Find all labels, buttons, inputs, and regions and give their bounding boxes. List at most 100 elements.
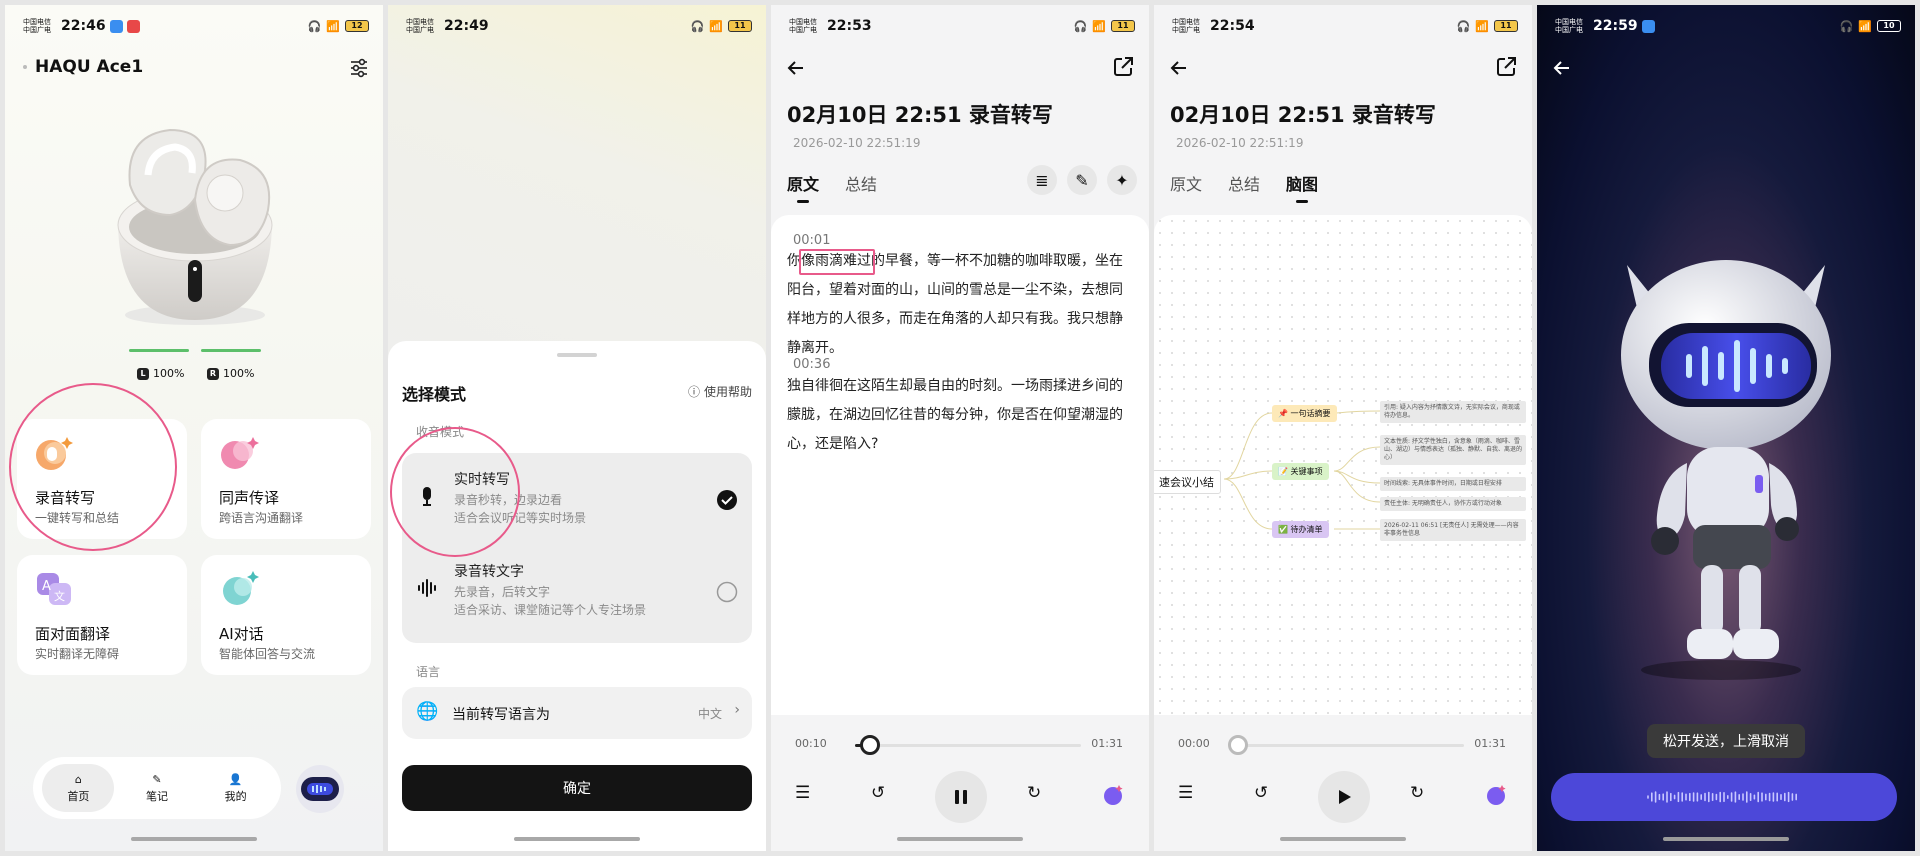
option-record-to-text[interactable]: 录音转文字 先录音，后转文字 适合采访、课堂随记等个人专注场景 <box>402 549 752 635</box>
battery-indicator: 11 <box>1111 20 1135 32</box>
user-icon: 👤 <box>228 772 243 786</box>
share-icon[interactable] <box>1111 55 1135 79</box>
mindmap-root[interactable]: 速会议小结 <box>1154 470 1221 494</box>
option-desc: 适合采访、课堂随记等个人专注场景 <box>454 603 647 617</box>
earbuds-case-image <box>117 128 273 325</box>
right-earbud-battery-bar <box>201 349 261 352</box>
nav-notes[interactable]: ✎ 笔记 <box>121 764 193 812</box>
help-link[interactable]: ⓘ 使用帮助 <box>688 383 752 400</box>
highlight-box <box>799 249 875 275</box>
ai-assistant-icon[interactable] <box>1484 783 1508 807</box>
pen-icon: ✎ <box>152 772 162 786</box>
audio-waveform-icon <box>1647 791 1797 803</box>
wifi-icon: 📶 <box>326 19 340 33</box>
ai-assistant-icon[interactable] <box>1101 783 1125 807</box>
tab-summary[interactable]: 总结 <box>845 171 877 195</box>
player-controls: ☰ ↺ ↻ <box>771 771 1149 827</box>
edit-icon[interactable]: ✎ <box>1067 165 1097 195</box>
progress-track[interactable] <box>1228 735 1464 755</box>
mode-select-screen: 中国电信 中国广电 22:49 🎧 📶 11 选择模式 ⓘ 使用帮助 收音模式 … <box>388 5 766 851</box>
language-selector[interactable]: 🌐 当前转写语言为 中文 › <box>402 687 752 739</box>
card-title: 面对面翻译 <box>35 625 111 643</box>
ai-magic-icon[interactable]: ✦ <box>1107 165 1137 195</box>
translate-icon: A文 <box>37 573 71 605</box>
card-subtitle: 跨语言沟通翻译 <box>219 511 304 525</box>
checked-radio-icon[interactable] <box>716 489 738 511</box>
robot-assistant-avatar[interactable] <box>291 759 349 817</box>
mindmap-leaf: 2026-02-11 06:51 [无责任人] 无需处理——内容非事务性信息 <box>1380 519 1526 541</box>
status-time: 22:59 <box>1593 18 1638 34</box>
carrier-label: 中国电信 中国广电 <box>789 18 817 34</box>
headphones-icon: 🎧 <box>690 19 705 33</box>
progress-knob[interactable] <box>859 735 880 755</box>
card-title: 同声传译 <box>219 489 280 507</box>
back-arrow-icon[interactable] <box>785 57 807 79</box>
card-ai-chat[interactable]: AI对话 智能体回答与交流 <box>201 555 371 675</box>
mindmap-screen: 中国电信 中国广电 22:54 🎧 📶 11 02月10日 22:51 录音转写… <box>1154 5 1532 851</box>
search-list-icon[interactable]: ≣ <box>1027 165 1057 195</box>
section-label: 语言 <box>416 665 441 679</box>
playlist-settings-icon[interactable]: ☰ <box>795 783 819 807</box>
left-battery: L 100% <box>137 367 184 380</box>
headphones-icon: 🎧 <box>1456 19 1471 33</box>
sheet-grab-handle[interactable] <box>557 353 597 357</box>
mindmap-branch[interactable]: 📌 一句话摘要 <box>1272 405 1337 422</box>
confirm-button[interactable]: 确定 <box>402 765 752 811</box>
nav-profile[interactable]: 👤 我的 <box>200 764 272 812</box>
hold-to-talk-button[interactable] <box>1551 773 1897 821</box>
nav-label: 首页 <box>67 789 90 803</box>
right-battery: R 100% <box>207 367 254 380</box>
forward-icon[interactable]: ↻ <box>1027 783 1051 807</box>
total-time: 01:31 <box>1091 737 1123 750</box>
tab-original[interactable]: 原文 <box>1170 171 1202 195</box>
card-simultaneous-interpretation[interactable]: 同声传译 跨语言沟通翻译 <box>201 419 371 539</box>
pause-button[interactable] <box>935 771 987 823</box>
status-bar: 中国电信 中国广电 22:53 🎧 📶 11 <box>789 17 1135 35</box>
tab-mindmap[interactable]: 脑图 <box>1286 171 1318 203</box>
mindmap-connectors <box>1223 410 1381 530</box>
segment-text: 独自徘徊在这陌生却最自由的时刻。一场雨揉进乡间的朦胧，在湖边回忆往昔的每分钟，你… <box>787 378 1123 452</box>
unchecked-radio-icon[interactable] <box>716 581 738 603</box>
tab-original[interactable]: 原文 <box>787 171 819 203</box>
playlist-settings-icon[interactable]: ☰ <box>1178 783 1202 807</box>
status-bar: 中国电信 中国广电 22:49 🎧 📶 11 <box>406 17 752 35</box>
wifi-icon: 📶 <box>1475 19 1489 33</box>
rewind-icon[interactable]: ↺ <box>1254 783 1278 807</box>
record-date: 2026-02-10 22:51:19 <box>793 136 921 150</box>
total-time: 01:31 <box>1474 737 1506 750</box>
device-name[interactable]: HAQU Ace1 <box>35 57 143 77</box>
mindmap-branch[interactable]: ✅ 待办清单 <box>1272 521 1329 538</box>
play-button[interactable] <box>1318 771 1370 823</box>
settings-sliders-icon[interactable] <box>349 58 369 78</box>
record-date: 2026-02-10 22:51:19 <box>1176 136 1304 150</box>
card-title: AI对话 <box>219 625 264 643</box>
notification-app-icon <box>126 19 140 33</box>
status-time: 22:49 <box>444 18 489 34</box>
back-arrow-icon[interactable] <box>1551 57 1573 79</box>
highlight-circle <box>390 427 520 557</box>
status-bar: 中国电信 中国广电 22:46 🎧 📶 12 <box>23 17 369 35</box>
highlight-circle <box>9 383 177 551</box>
card-face-to-face-translation[interactable]: A文 面对面翻译 实时翻译无障碍 <box>17 555 187 675</box>
language-label: 当前转写语言为 <box>452 707 550 723</box>
mindmap-branch[interactable]: 📝 关键事项 <box>1272 463 1329 480</box>
tab-summary[interactable]: 总结 <box>1228 171 1260 195</box>
carrier-label: 中国电信 中国广电 <box>1172 18 1200 34</box>
forward-icon[interactable]: ↻ <box>1410 783 1434 807</box>
back-arrow-icon[interactable] <box>1168 57 1190 79</box>
home-indicator <box>131 837 257 841</box>
carrier-label: 中国电信 中国广电 <box>406 18 434 34</box>
left-earbud-badge: L <box>137 367 149 380</box>
home-indicator <box>1280 837 1406 841</box>
mindmap-canvas[interactable]: 速会议小结 📌 一句话摘要 📝 关键事项 ✅ 待办清单 引用: 疑入内容为抒情散… <box>1154 215 1532 715</box>
mindmap-leaf: 责任主体: 无明确责任人，协作方或行动对象 <box>1380 497 1526 511</box>
progress-track[interactable] <box>855 735 1081 755</box>
share-icon[interactable] <box>1494 55 1518 79</box>
tab-bar: 原文 总结 脑图 <box>1170 171 1318 203</box>
status-bar: 中国电信 中国广电 22:59 🎧 📶 10 <box>1555 17 1901 35</box>
nav-home[interactable]: ⌂ 首页 <box>42 764 115 812</box>
progress-knob[interactable] <box>1228 735 1248 755</box>
headphones-icon: 🎧 <box>1073 19 1088 33</box>
robot-mascot-image <box>1621 260 1831 680</box>
rewind-icon[interactable]: ↺ <box>871 783 895 807</box>
